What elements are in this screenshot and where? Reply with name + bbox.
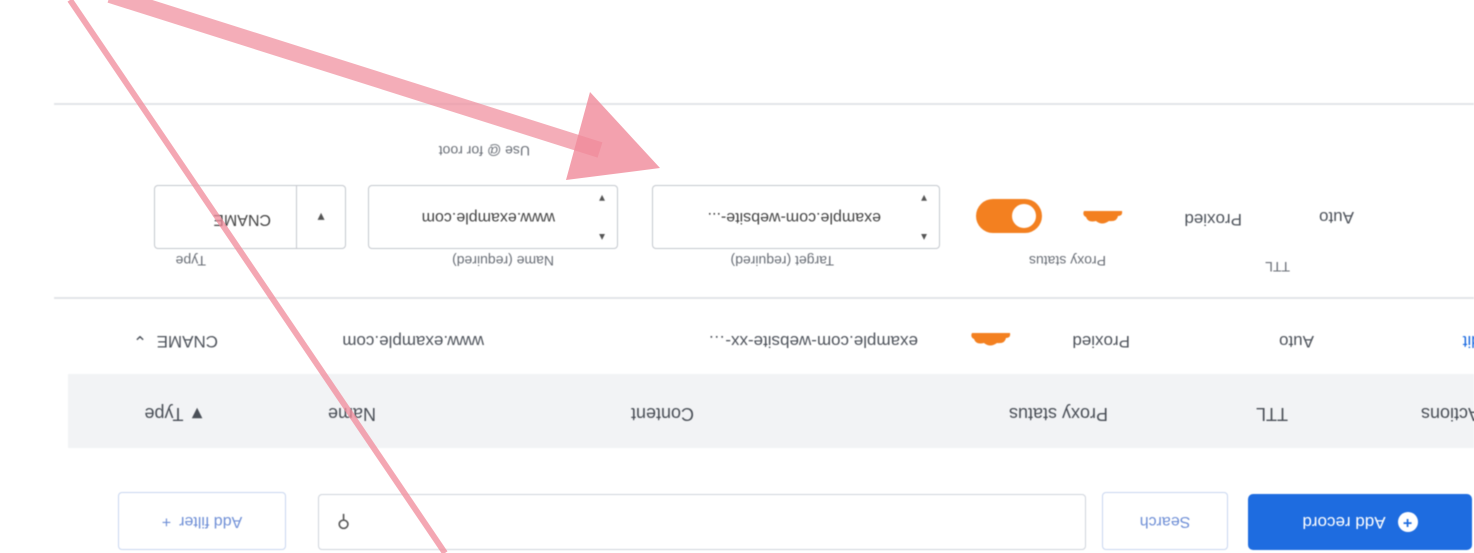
ttl-value[interactable]: Auto: [1319, 207, 1354, 227]
row-ttl: Auto: [1279, 332, 1314, 351]
column-header-ttl[interactable]: TTL: [1256, 403, 1288, 424]
name-input-value: www.example.com: [421, 209, 555, 226]
column-header-type[interactable]: ▼ Type: [144, 403, 206, 424]
table-row[interactable]: Edit Auto Proxied example.com-website-xx…: [0, 301, 1474, 373]
dns-records-panel: + Add record Search ⚲ Add filter + Actio…: [0, 0, 1474, 553]
add-record-button[interactable]: + Add record: [1248, 494, 1472, 550]
add-filter-label: Add filter: [179, 513, 243, 530]
proxy-toggle[interactable]: [976, 199, 1042, 233]
add-filter-button[interactable]: Add filter +: [118, 492, 286, 550]
row-divider: [54, 297, 1474, 299]
proxy-status-label: Proxy status: [1028, 253, 1106, 269]
target-input[interactable]: ▲ ▼ example.com-website-...: [652, 185, 940, 249]
search-input[interactable]: ⚲: [318, 494, 1086, 550]
name-hint: Use @ for root: [438, 143, 530, 159]
name-input[interactable]: ▲ ▼ www.example.com: [368, 185, 618, 249]
row-name: www.example.com: [342, 332, 484, 351]
proxy-status-value: Proxied: [1184, 210, 1242, 229]
cloud-proxied-icon: [1083, 211, 1123, 224]
type-select[interactable]: ▼ CNAME: [154, 185, 346, 249]
caret-down-icon: ▼: [296, 186, 345, 248]
edit-link[interactable]: Edit: [1463, 331, 1474, 351]
target-input-value: example.com-website-...: [707, 209, 881, 226]
row-type-label: CNAME: [156, 332, 218, 351]
row-type: CNAME ⌄: [133, 331, 218, 351]
row-proxy-status: Proxied: [1072, 332, 1130, 351]
name-label: Name (required): [452, 253, 554, 269]
stepper-icon: ▲ ▼: [919, 192, 929, 242]
target-label: Target (required): [730, 253, 835, 269]
screenshot-stage: + Add record Search ⚲ Add filter + Actio…: [0, 0, 1474, 553]
stepper-icon: ▲ ▼: [597, 192, 607, 242]
sort-down-icon: ▼: [188, 404, 206, 424]
column-header-actions: Actions: [1420, 404, 1474, 424]
records-toolbar: + Add record Search ⚲ Add filter +: [0, 491, 1474, 553]
toggle-knob: [1012, 204, 1036, 228]
column-header-content[interactable]: Content: [631, 403, 694, 424]
plus-circle-icon: +: [1397, 512, 1418, 532]
chevron-icon: ⌄: [132, 332, 152, 351]
header-divider: [54, 103, 1474, 105]
row-content: example.com-website-xx-…: [708, 332, 918, 351]
type-select-value: CNAME: [213, 211, 271, 228]
ttl-label: TTL: [1265, 259, 1290, 275]
search-button[interactable]: Search: [1102, 492, 1228, 550]
type-label: Type: [175, 253, 206, 269]
column-header-name[interactable]: Name: [328, 403, 376, 424]
warning-icon: +: [161, 513, 172, 530]
column-header-type-label: Type: [144, 404, 184, 424]
records-table-header: Actions TTL Proxy status Content Name ▼ …: [68, 374, 1474, 448]
column-header-proxy-status[interactable]: Proxy status: [1009, 403, 1108, 424]
add-record-label: Add record: [1302, 513, 1386, 532]
cloud-proxied-icon: [971, 333, 1011, 346]
search-icon: ⚲: [337, 512, 351, 533]
edit-record-form: TTL Auto Proxy status Proxied Target (re…: [0, 91, 1474, 291]
